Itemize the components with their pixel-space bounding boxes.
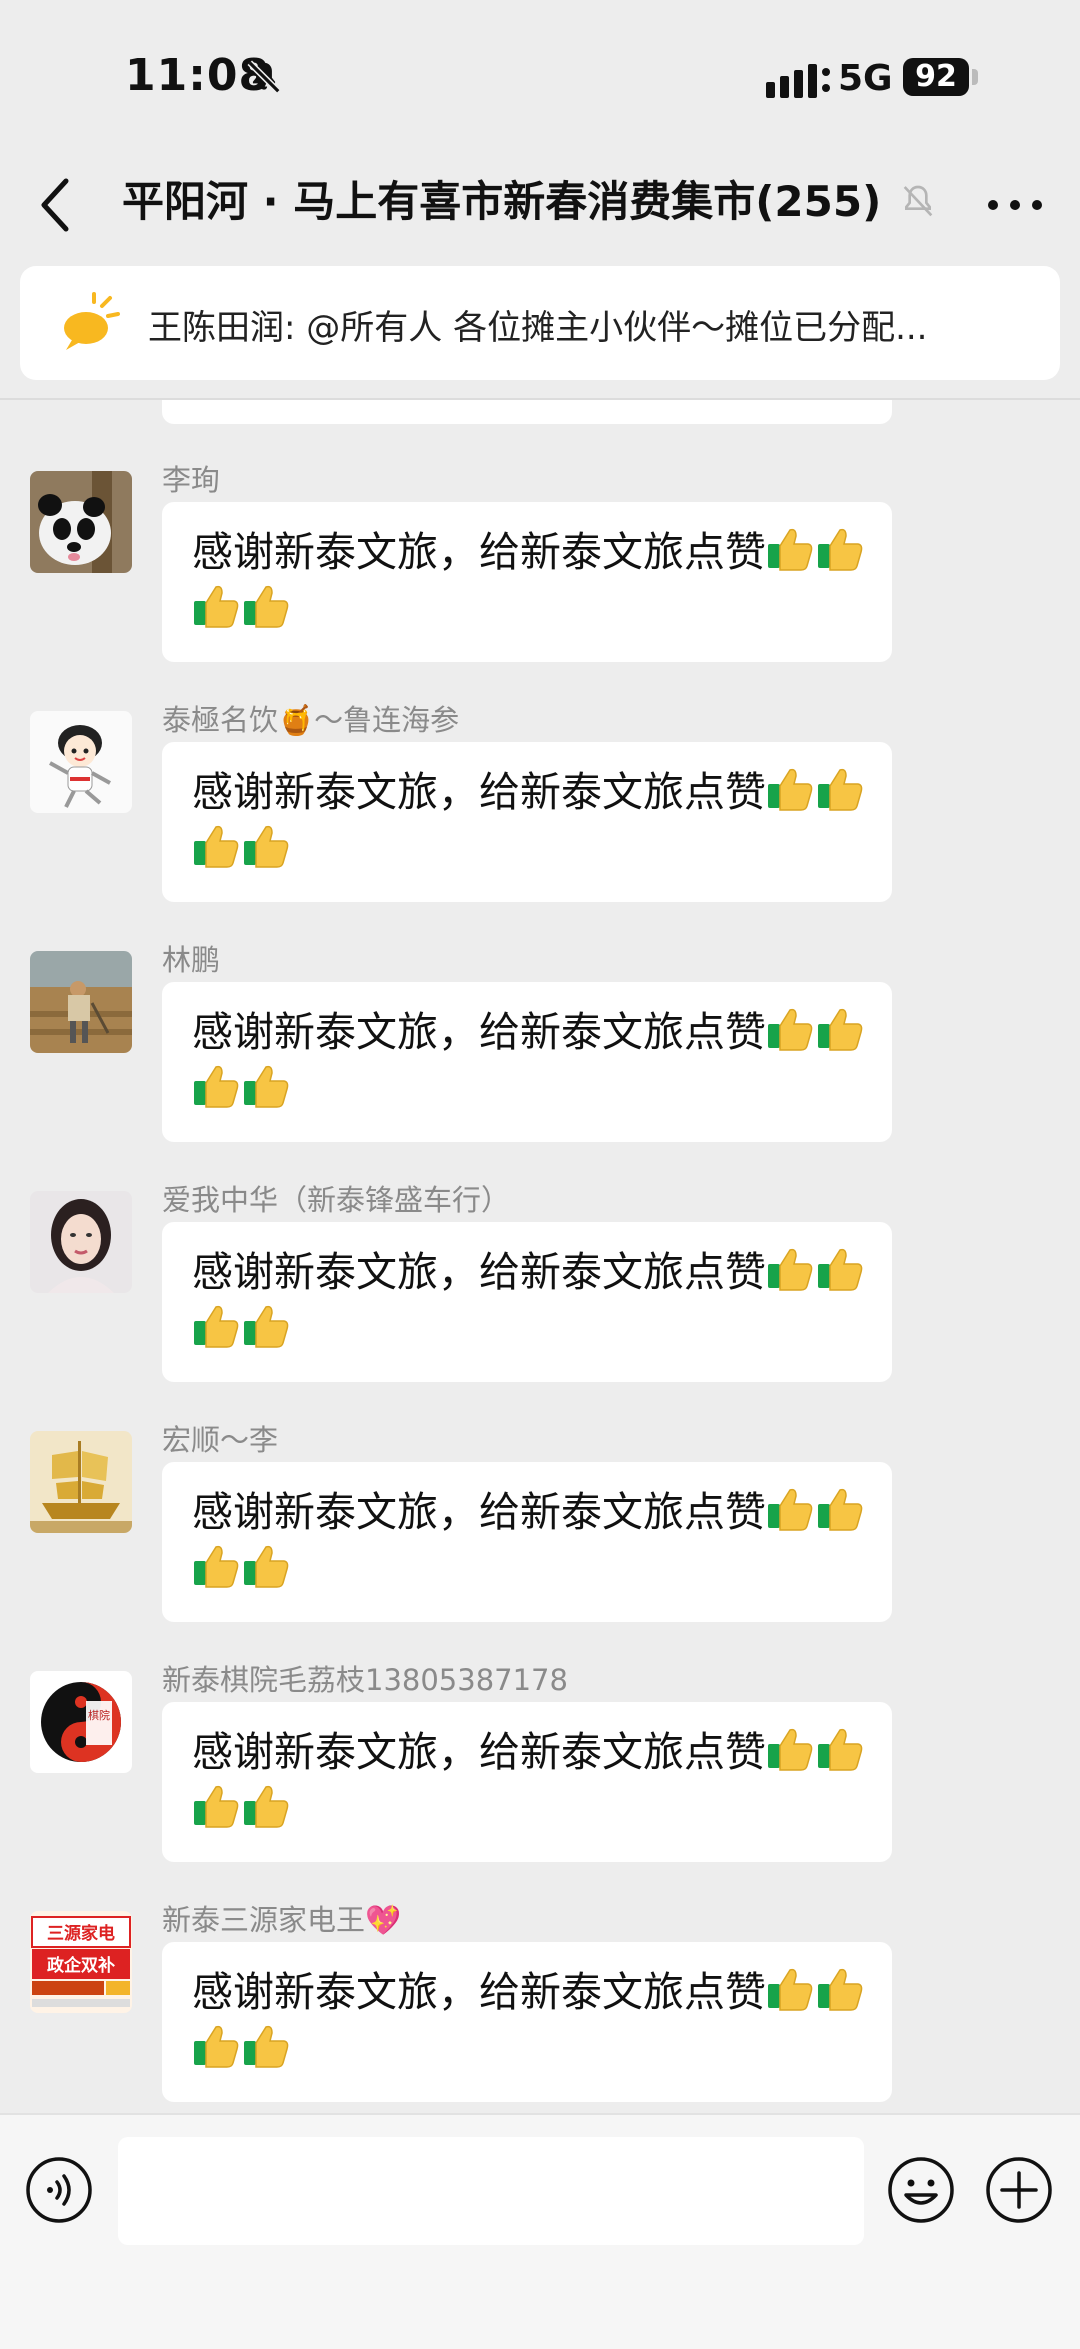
bell-off-icon — [247, 60, 281, 94]
thumbs-up-icon — [244, 1545, 289, 1588]
message-text: 感谢新泰文旅，给新泰文旅点赞 — [192, 1008, 766, 1056]
message-item: 林鹏 感谢新泰文旅，给新泰文旅点赞 — [0, 937, 1080, 1162]
thumbs-up-icon — [194, 1785, 239, 1828]
network-type: 5G — [838, 58, 893, 99]
sender-name: 李珣 — [162, 463, 221, 497]
message-bubble[interactable]: 感谢新泰文旅，给新泰文旅点赞 — [162, 1462, 892, 1622]
thumbs-up-icon — [818, 1728, 863, 1771]
thumbs-up-icon — [818, 768, 863, 811]
message-bubble[interactable]: 感谢新泰文旅，给新泰文旅点赞 — [162, 1222, 892, 1382]
thumbs-up-icon — [244, 1065, 289, 1108]
sender-name: 新泰棋院毛荔枝13805387178 — [162, 1663, 568, 1697]
thumbs-up-icon — [194, 585, 239, 628]
thumbs-up-icon — [244, 585, 289, 628]
thumbs-up-icon — [194, 1305, 239, 1348]
message-item: 棋院 新泰棋院毛荔枝13805387178 感谢新泰文旅，给新泰文旅点赞 — [0, 1657, 1080, 1882]
sender-name: 爱我中华（新泰锋盛车行） — [162, 1183, 511, 1217]
avatar-sign-line1: 三源家电 — [47, 1923, 115, 1944]
thumbs-up-icon — [244, 825, 289, 868]
signal-strength-icon — [766, 64, 830, 98]
thumbs-up-icon — [244, 1785, 289, 1828]
back-button[interactable] — [30, 165, 90, 245]
message-text: 感谢新泰文旅，给新泰文旅点赞 — [192, 768, 766, 816]
avatar-text-qiyuan: 棋院 — [88, 1708, 110, 1722]
battery-tip — [972, 69, 978, 85]
sender-name: 林鹏 — [162, 943, 221, 977]
thumbs-up-icon — [194, 825, 239, 868]
emoji-icon[interactable] — [886, 2155, 956, 2225]
message-bubble[interactable]: 感谢新泰文旅，给新泰文旅点赞 — [162, 502, 892, 662]
thumbs-up-icon — [768, 1728, 813, 1771]
woman-portrait-avatar-icon[interactable] — [30, 1191, 132, 1293]
sender-name: 宏顺～李 — [162, 1423, 279, 1457]
message-text: 感谢新泰文旅，给新泰文旅点赞 — [192, 1728, 766, 1776]
message-bubble[interactable]: 感谢新泰文旅，给新泰文旅点赞 — [162, 982, 892, 1142]
more-options-icon[interactable] — [980, 170, 1050, 240]
thumbs-up-icon — [818, 1968, 863, 2011]
group-notice-banner[interactable]: 王陈田润: @所有人 各位摊主小伙伴～摊位已分配... — [20, 266, 1060, 380]
voice-input-icon[interactable] — [24, 2155, 94, 2225]
message-item: 李珣 感谢新泰文旅，给新泰文旅点赞 — [0, 457, 1080, 682]
thumbs-up-icon — [818, 528, 863, 571]
thumbs-up-icon — [244, 2025, 289, 2068]
thumbs-up-icon — [818, 1008, 863, 1051]
panda-avatar-icon[interactable] — [30, 471, 132, 573]
input-bar — [0, 2113, 1080, 2349]
message-text: 感谢新泰文旅，给新泰文旅点赞 — [192, 1968, 766, 2016]
message-bubble[interactable]: 感谢新泰文旅，给新泰文旅点赞 — [162, 742, 892, 902]
thumbs-up-icon — [194, 1545, 239, 1588]
message-list[interactable]: 李珣 感谢新泰文旅，给新泰文旅点赞 泰極名饮🍯～鲁连海参 感谢新泰文旅，给新泰文… — [0, 400, 1080, 2113]
thumbs-up-icon — [768, 1248, 813, 1291]
muted-bell-icon — [903, 185, 933, 217]
thumbs-up-icon — [244, 1305, 289, 1348]
message-bubble[interactable]: 感谢新泰文旅，给新泰文旅点赞 — [162, 1942, 892, 2102]
message-item: 泰極名饮🍯～鲁连海参 感谢新泰文旅，给新泰文旅点赞 — [0, 697, 1080, 922]
chat-header: 平阳河 · 马上有喜市新春消费集市(255) — [0, 150, 1080, 260]
thumbs-up-icon — [768, 1968, 813, 2011]
announcement-megaphone-icon — [64, 292, 120, 350]
message-input[interactable] — [118, 2137, 864, 2245]
sender-name: 新泰三源家电王💖 — [162, 1903, 402, 1937]
yin-yang-avatar-icon[interactable]: 棋院 — [30, 1671, 132, 1773]
cartoon-girl-avatar-icon[interactable] — [30, 711, 132, 813]
more-actions-plus-icon[interactable] — [984, 2155, 1054, 2225]
thumbs-up-icon — [768, 1008, 813, 1051]
thumbs-up-icon — [194, 1065, 239, 1108]
thumbs-up-icon — [818, 1248, 863, 1291]
golden-ship-avatar-icon[interactable] — [30, 1431, 132, 1533]
notice-text: 王陈田润: @所有人 各位摊主小伙伴～摊位已分配... — [148, 308, 928, 348]
thumbs-up-icon — [768, 1488, 813, 1531]
previous-message-bubble[interactable] — [162, 400, 892, 424]
thumbs-up-icon — [818, 1488, 863, 1531]
battery-level: 92 — [903, 58, 969, 96]
sender-name: 泰極名饮🍯～鲁连海参 — [162, 703, 460, 737]
message-text: 感谢新泰文旅，给新泰文旅点赞 — [192, 1488, 766, 1536]
message-text: 感谢新泰文旅，给新泰文旅点赞 — [192, 528, 766, 576]
thumbs-up-icon — [768, 768, 813, 811]
store-sign-avatar-icon[interactable]: 三源家电 政企双补 — [30, 1911, 132, 2013]
thumbs-up-icon — [194, 2025, 239, 2068]
farmer-field-avatar-icon[interactable] — [30, 951, 132, 1053]
message-item: 爱我中华（新泰锋盛车行） 感谢新泰文旅，给新泰文旅点赞 — [0, 1177, 1080, 1402]
chat-title: 平阳河 · 马上有喜市新春消费集市(255) — [122, 177, 882, 226]
message-bubble[interactable]: 感谢新泰文旅，给新泰文旅点赞 — [162, 1702, 892, 1862]
message-item: 宏顺～李 感谢新泰文旅，给新泰文旅点赞 — [0, 1417, 1080, 1642]
message-text: 感谢新泰文旅，给新泰文旅点赞 — [192, 1248, 766, 1296]
thumbs-up-icon — [768, 528, 813, 571]
message-item: 三源家电 政企双补 新泰三源家电王💖 感谢新泰文旅，给新泰文旅点赞 — [0, 1897, 1080, 2113]
status-bar: 11:08 5G 92 — [0, 0, 1080, 150]
avatar-sign-line2: 政企双补 — [47, 1955, 115, 1976]
